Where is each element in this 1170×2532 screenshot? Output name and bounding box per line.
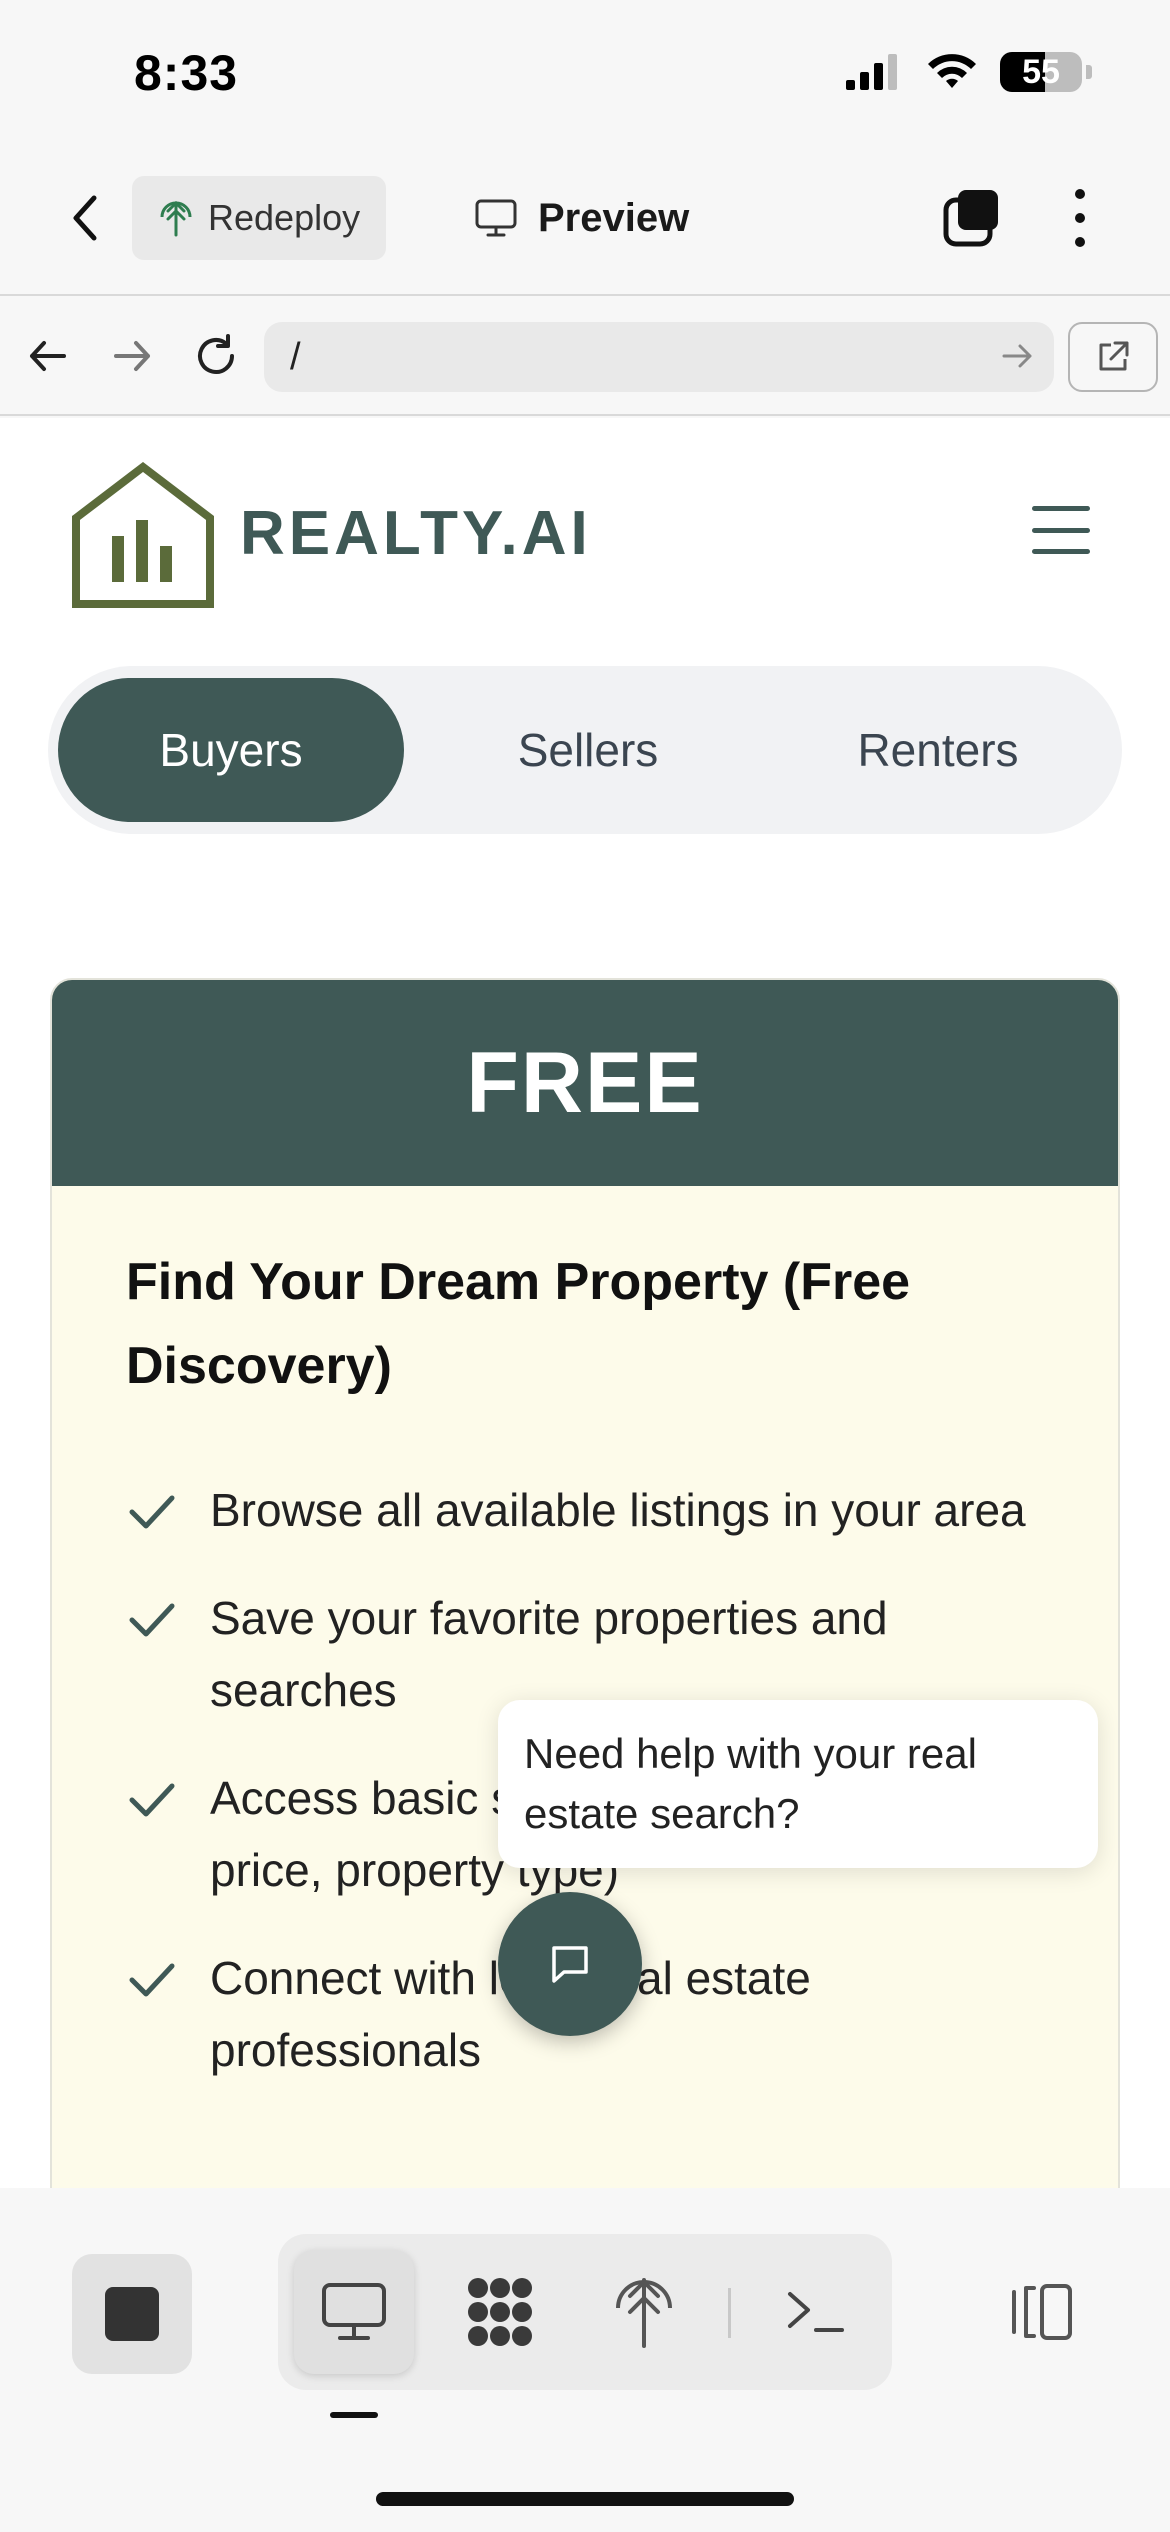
monitor-icon [475,199,517,237]
chat-button[interactable] [498,1892,642,2036]
open-external-button[interactable] [1068,322,1158,392]
check-icon [129,1603,175,1637]
battery-level: 55 [1022,53,1060,91]
card-header: FREE [52,980,1118,1186]
status-time: 8:33 [134,45,239,101]
feature-item: Browse all available listings in your ar… [126,1474,1086,1546]
back-button[interactable] [56,188,116,248]
nav-forward-button[interactable] [102,326,162,386]
home-indicator[interactable] [376,2492,794,2506]
external-link-icon [1099,341,1129,371]
deploy-tool-button[interactable] [584,2250,704,2374]
reload-icon [198,334,234,374]
stop-button[interactable] [72,2254,192,2374]
deploy-icon [160,200,192,237]
redeploy-button[interactable]: Redeploy [132,176,386,260]
tabs-icon [943,190,998,247]
more-vertical-icon [1075,189,1085,247]
workflows-icon [468,2278,532,2346]
nav-back-button[interactable] [18,326,78,386]
wifi-icon [928,54,976,88]
check-icon [129,1963,175,1997]
brand-name[interactable]: REALTY.AI [240,498,592,569]
feature-text: Browse all available listings in your ar… [210,1484,1026,1536]
bottom-toolbar [0,2188,1170,2532]
tab-sellers[interactable]: Sellers [438,678,738,822]
hamburger-menu-icon[interactable] [1032,506,1090,554]
deploy-icon [616,2278,672,2348]
battery-icon: 55 [1000,52,1082,92]
cellular-signal-icon [846,54,897,90]
chat-icon [552,1946,588,1983]
chat-prompt-bubble[interactable]: Need help with your real estate search? [498,1700,1098,1868]
tab-buyers[interactable]: Buyers [58,678,404,822]
app-toolbar: Redeploy Preview [0,150,1170,296]
toolbar-separator [728,2288,731,2338]
battery-tip [1086,65,1092,79]
terminal-icon [788,2292,844,2332]
stop-icon [105,2287,159,2341]
reload-button[interactable] [186,326,246,386]
status-icons: 55 [844,52,1092,92]
more-button[interactable] [1056,186,1104,250]
active-tool-indicator [330,2412,378,2418]
panel-toggle-button[interactable] [1000,2272,1080,2352]
status-bar: 8:33 55 [0,0,1170,150]
audience-tabs: Buyers Sellers Renters [48,666,1122,834]
tabs-button[interactable] [940,186,1004,250]
arrow-right-icon [114,341,150,371]
workflows-tool-button[interactable] [440,2250,560,2374]
preview-tab[interactable]: Preview [474,176,689,260]
preview-tool-button[interactable] [294,2250,414,2374]
house-logo-icon[interactable] [70,462,216,610]
card-title: Find Your Dream Property (Free Discovery… [126,1253,911,1395]
tool-group [278,2234,892,2390]
plan-name: FREE [466,1034,704,1131]
url-bar-row [0,296,1170,416]
preview-label: Preview [538,195,690,240]
go-arrow-icon[interactable] [1000,338,1036,374]
arrow-left-icon [30,341,66,371]
check-icon [129,1783,175,1817]
chevron-left-icon [73,195,97,241]
url-input[interactable] [264,322,1054,392]
shell-tool-button[interactable] [756,2250,876,2374]
redeploy-label: Redeploy [208,197,361,238]
tab-renters[interactable]: Renters [788,678,1088,822]
monitor-icon [322,2283,386,2340]
split-panel-icon [1012,2284,1072,2340]
check-icon [129,1495,175,1529]
